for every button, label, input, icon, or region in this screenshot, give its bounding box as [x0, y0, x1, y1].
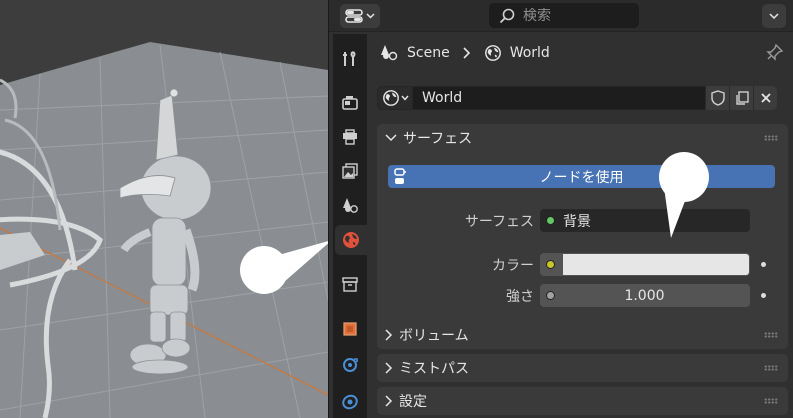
tab-render[interactable]	[335, 88, 365, 118]
fake-user-button[interactable]	[705, 86, 729, 110]
surface-row: サーフェス 背景	[377, 209, 788, 232]
color-row: カラー	[377, 253, 788, 276]
drag-grip-icon[interactable]	[764, 398, 778, 404]
chevron-down-icon	[385, 134, 397, 142]
world-globe-icon	[343, 232, 359, 248]
unlink-world-button[interactable]	[753, 86, 777, 110]
callout-bubble-left	[240, 246, 288, 294]
shield-icon	[710, 90, 725, 106]
properties-editor-icon	[345, 9, 363, 23]
color-socket-icon	[546, 260, 555, 269]
color-field[interactable]	[540, 253, 750, 276]
scene-cone-sphere-icon	[343, 198, 358, 213]
surface-panel-header[interactable]: サーフェス	[377, 124, 788, 152]
pin-icon	[766, 43, 784, 61]
shader-socket-icon	[546, 216, 555, 225]
drag-grip-icon[interactable]	[764, 332, 778, 338]
breadcrumb-scene: Scene	[407, 45, 450, 61]
wrench-screwdriver-icon	[343, 51, 356, 66]
mist-pass-panel-header[interactable]: ミストパス	[377, 354, 788, 382]
strength-label: 強さ	[506, 289, 534, 305]
search-icon	[499, 8, 515, 23]
pin-button[interactable]	[766, 43, 784, 65]
tab-tool[interactable]	[335, 44, 365, 74]
color-label: カラー	[492, 258, 534, 274]
strength-field[interactable]: 1.000	[540, 284, 750, 307]
volume-panel-title: ボリューム	[399, 328, 469, 344]
world-datablock-selector: World	[377, 86, 788, 110]
tab-object[interactable]	[335, 314, 365, 344]
world-name-field[interactable]: World	[413, 86, 705, 110]
tab-modifiers[interactable]	[335, 350, 365, 380]
options-dropdown-button[interactable]	[762, 4, 786, 28]
drag-grip-icon[interactable]	[764, 365, 778, 371]
callout-bubble-right	[659, 152, 709, 202]
settings-panel: 設定	[377, 387, 788, 415]
close-icon	[760, 93, 771, 103]
volume-panel-header[interactable]: ボリューム	[377, 321, 788, 349]
editor-type-dropdown[interactable]	[340, 4, 380, 28]
search-input[interactable]	[523, 7, 623, 24]
duplicate-world-button[interactable]	[729, 86, 753, 110]
node-tree-icon	[394, 168, 406, 184]
tab-scene[interactable]	[335, 190, 365, 220]
browse-world-button[interactable]	[377, 86, 413, 110]
chevron-down-icon	[366, 13, 375, 19]
surface-shader-field[interactable]: 背景	[540, 209, 750, 232]
float-socket-icon	[546, 291, 555, 300]
properties-tabs	[333, 34, 367, 418]
tab-particles[interactable]	[335, 386, 365, 416]
settings-panel-title: 設定	[399, 394, 427, 410]
properties-content: Scene World World サーフェス ノードを使用 サーフェス 背景 …	[373, 32, 793, 418]
3d-viewport[interactable]	[0, 0, 328, 418]
camera-back-icon	[342, 96, 358, 110]
object-square-icon	[343, 322, 357, 336]
use-nodes-button[interactable]: ノードを使用	[388, 165, 775, 188]
modifier-icon	[343, 358, 358, 372]
surface-panel: サーフェス ノードを使用 サーフェス 背景 カラー 強さ 1.000	[377, 124, 788, 344]
tab-world[interactable]	[335, 225, 367, 255]
keyframe-dot-icon[interactable]	[761, 293, 766, 298]
callout-pointer-left	[268, 241, 328, 282]
world-globe-icon	[382, 90, 399, 106]
duplicate-icon	[735, 91, 749, 105]
particles-icon	[342, 394, 358, 410]
image-stack-icon	[342, 163, 358, 179]
keyframe-dot-icon[interactable]	[761, 262, 766, 267]
chevron-right-icon	[385, 395, 393, 407]
tab-collection[interactable]	[335, 269, 365, 299]
scene-cone-sphere-icon	[381, 45, 398, 61]
world-globe-icon	[484, 45, 501, 61]
collection-box-icon	[342, 277, 358, 292]
mist-pass-panel: ミストパス	[377, 354, 788, 382]
printer-icon	[343, 129, 357, 145]
chevron-down-icon	[400, 95, 409, 101]
surface-value: 背景	[563, 213, 591, 230]
settings-panel-header[interactable]: 設定	[377, 387, 788, 415]
properties-header	[329, 0, 793, 32]
surface-label: サーフェス	[464, 214, 534, 230]
tab-view-layer[interactable]	[335, 156, 365, 186]
use-nodes-label: ノードを使用	[539, 169, 624, 186]
surface-panel-title: サーフェス	[403, 131, 473, 147]
properties-editor: Scene World	[328, 0, 793, 418]
volume-panel: ボリューム	[377, 321, 788, 349]
color-swatch[interactable]	[563, 254, 749, 275]
tab-output[interactable]	[335, 122, 365, 152]
strength-value: 1.000	[624, 287, 665, 304]
strength-row: 強さ 1.000	[377, 284, 788, 307]
chevron-right-icon	[463, 47, 470, 59]
search-field[interactable]	[489, 3, 639, 28]
drag-grip-icon[interactable]	[764, 135, 778, 141]
world-name-text: World	[422, 90, 463, 106]
breadcrumb: Scene World	[379, 42, 550, 64]
chevron-right-icon	[385, 329, 393, 341]
chevron-down-icon	[769, 13, 779, 19]
mist-pass-panel-title: ミストパス	[399, 361, 469, 377]
breadcrumb-world: World	[509, 45, 550, 61]
chevron-right-icon	[385, 362, 393, 374]
